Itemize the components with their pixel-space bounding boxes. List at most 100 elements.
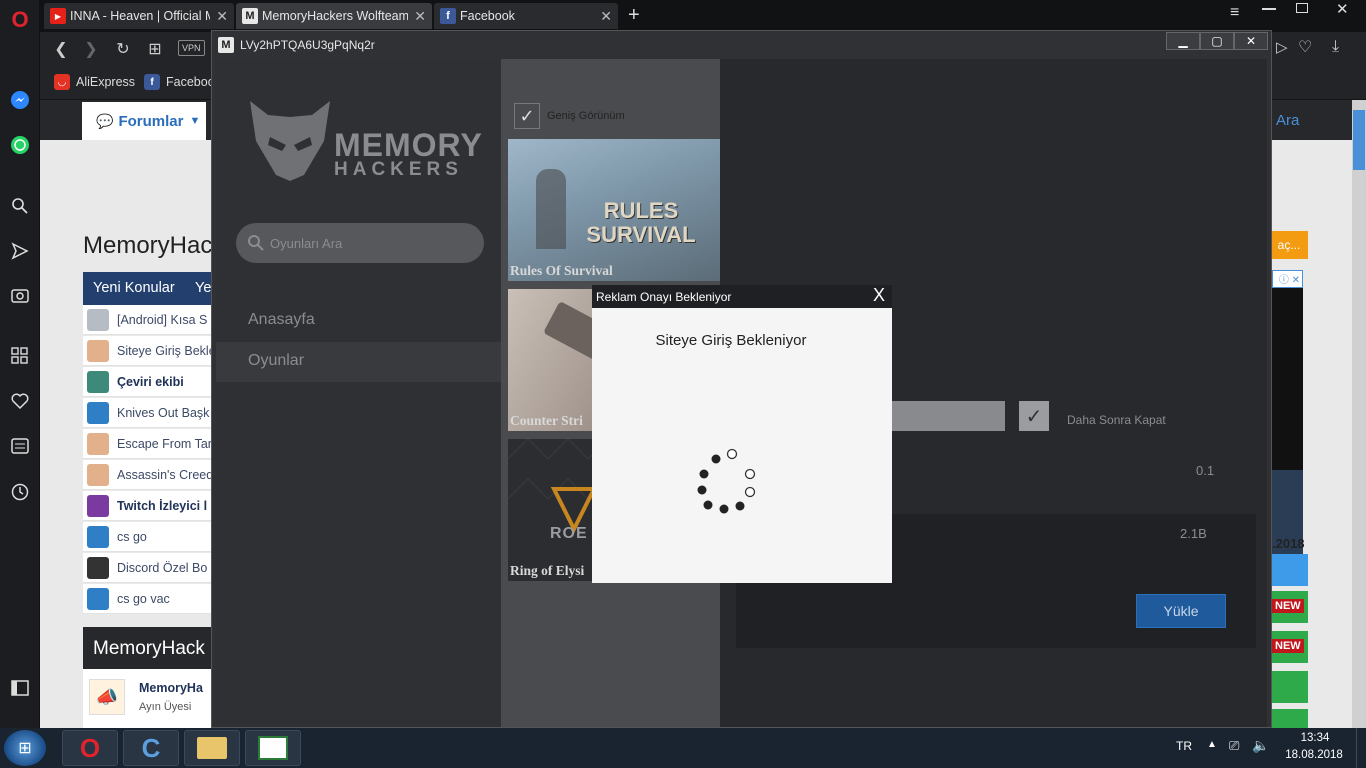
clock-date[interactable]: 18.08.2018 <box>1282 749 1346 761</box>
tab-youtube[interactable]: ▶ INNA - Heaven | Official M ✕ <box>44 3 234 29</box>
close-later-label: Daha Sonra Kapat <box>1067 413 1166 427</box>
messenger-icon[interactable] <box>8 88 32 112</box>
list-item[interactable]: Knives Out Başk <box>83 398 211 428</box>
close-tab-icon[interactable]: ✕ <box>600 8 612 25</box>
app-icon: M <box>218 37 234 53</box>
section-heading: MemoryHack <box>83 627 211 669</box>
list-item[interactable]: Discord Özel Bo <box>83 553 211 583</box>
list-item[interactable]: cs go <box>83 522 211 552</box>
news-icon[interactable] <box>8 434 32 458</box>
menu-home[interactable]: Anasayfa <box>248 311 315 329</box>
avatar <box>87 339 109 362</box>
taskbar-explorer[interactable] <box>184 730 240 766</box>
avatar <box>87 401 109 424</box>
window-icon <box>258 736 288 760</box>
modal-header[interactable]: Reklam Onayı Bekleniyor X <box>592 285 892 308</box>
wide-view-checkbox[interactable]: ✓ <box>514 103 540 129</box>
tabs-grid-icon[interactable]: ⊞ <box>144 38 166 60</box>
tab-bar: ▶ INNA - Heaven | Official M ✕ M MemoryH… <box>40 0 1366 32</box>
vpn-badge[interactable]: VPN <box>178 40 205 56</box>
show-desktop-button[interactable] <box>1356 728 1366 768</box>
thread-title: Assassin's Creed <box>117 467 211 482</box>
taskbar-app[interactable]: C <box>123 730 179 766</box>
tab-title: MemoryHackers Wolfteam <box>262 9 409 23</box>
new-tab-button[interactable]: + <box>628 4 640 27</box>
chevron-down-icon: ▼ <box>189 115 201 127</box>
app-title-bar[interactable]: M LVy2hPTQA6U3gPqNq2r <box>212 31 1271 59</box>
install-button[interactable]: Yükle <box>1136 594 1226 628</box>
minimize-icon[interactable] <box>1262 8 1276 10</box>
list-item[interactable]: cs go vac <box>83 584 211 614</box>
list-item[interactable]: Assassin's Creed <box>83 460 211 490</box>
version-text: 0.1 <box>1196 463 1215 478</box>
list-item[interactable]: Escape From Tar <box>83 429 211 459</box>
member-name[interactable]: MemoryHa <box>139 681 203 695</box>
tab-facebook[interactable]: f Facebook ✕ <box>434 3 618 29</box>
clock-time[interactable]: 13:34 <box>1286 732 1344 744</box>
reload-icon[interactable]: ↻ <box>112 38 134 60</box>
avatar <box>87 494 109 517</box>
list-item[interactable]: [Android] Kısa S <box>83 305 211 335</box>
close-browser-icon[interactable]: ✕ <box>1336 0 1349 18</box>
text-field[interactable] <box>890 401 1005 431</box>
snap-icon[interactable]: ▷ <box>1276 38 1288 56</box>
app-maximize-button[interactable]: ▢ <box>1200 32 1234 50</box>
volume-icon[interactable]: 🔈 <box>1252 737 1269 754</box>
list-item[interactable]: Siteye Giriş Bekle <box>83 336 211 366</box>
bookmark-aliexpress[interactable]: ◡ AliExpress <box>54 74 135 90</box>
menu-games-row[interactable]: Oyunlar <box>216 342 501 382</box>
new-item[interactable]: NEW <box>1272 631 1308 663</box>
memoryhackers-logo: MEMORY HACKERS <box>248 97 482 187</box>
start-button[interactable]: ⊞ <box>4 730 46 766</box>
game-card-rules-of-survival[interactable]: RULES SURVIVAL Rules Of Survival <box>508 139 720 281</box>
menu-icon[interactable]: ≡ <box>1230 4 1239 22</box>
speed-dial-icon[interactable] <box>8 344 32 368</box>
opera-logo-icon[interactable]: O <box>8 7 32 32</box>
download-icon[interactable]: ⤓ <box>1332 38 1339 56</box>
ad-close-icon[interactable]: ⓘ ✕ <box>1272 270 1303 288</box>
taskbar-opera[interactable]: O <box>62 730 118 766</box>
send-icon[interactable] <box>8 239 32 263</box>
scrollbar-thumb[interactable] <box>1353 110 1365 170</box>
tab-memoryhackers[interactable]: M MemoryHackers Wolfteam ✕ <box>236 3 432 29</box>
forum-nav-button[interactable]: 💬 Forumlar ▼ <box>82 102 206 140</box>
heart-icon[interactable] <box>8 389 32 413</box>
app-close-button[interactable]: ✕ <box>1234 32 1268 50</box>
orange-button[interactable]: aç... <box>1270 231 1308 259</box>
tray-arrow-icon[interactable]: ▲ <box>1207 739 1217 750</box>
tab-new-threads[interactable]: Yeni Konular <box>93 280 175 296</box>
ad-banner: ⓘ ✕ <box>1272 270 1303 560</box>
search-icon[interactable] <box>8 194 32 218</box>
app-minimize-button[interactable]: ▁ <box>1166 32 1200 50</box>
list-item[interactable]: Çeviri ekibi <box>83 367 211 397</box>
camera-icon[interactable] <box>8 283 32 307</box>
history-icon[interactable] <box>8 480 32 504</box>
bookmark-facebook[interactable]: f Faceboo <box>144 74 215 90</box>
restore-icon[interactable] <box>1296 3 1308 13</box>
language-indicator[interactable]: TR <box>1176 739 1192 753</box>
list-item[interactable]: Twitch İzleyici l <box>83 491 211 521</box>
member-role: Ayın Üyesi <box>139 701 192 713</box>
close-later-checkbox[interactable]: ✓ <box>1019 401 1049 431</box>
green-block <box>1272 671 1308 703</box>
close-tab-icon[interactable]: ✕ <box>216 8 228 25</box>
thread-title: Twitch İzleyici l <box>117 498 208 513</box>
thread-title: [Android] Kısa S <box>117 312 208 327</box>
tab-other[interactable]: Ye <box>195 280 211 296</box>
page-scrollbar[interactable] <box>1352 100 1366 728</box>
modal-close-button[interactable]: X <box>873 285 885 306</box>
back-icon[interactable]: ❮ <box>50 38 72 60</box>
whatsapp-icon[interactable] <box>8 133 32 157</box>
site-search-link[interactable]: Ara <box>1276 112 1299 129</box>
bookmark-heart-icon[interactable]: ♡ <box>1298 37 1312 57</box>
forward-icon[interactable]: ❯ <box>80 38 102 60</box>
new-item[interactable]: NEW <box>1272 591 1308 623</box>
network-icon[interactable]: ⎚ <box>1229 738 1239 754</box>
comment-icon: 💬 <box>96 112 114 129</box>
sidebar-toggle-icon[interactable] <box>8 676 32 700</box>
modal-title: Reklam Onayı Bekleniyor <box>596 289 732 304</box>
taskbar-window[interactable] <box>245 730 301 766</box>
close-tab-icon[interactable]: ✕ <box>414 8 426 25</box>
new-badge: NEW <box>1272 599 1304 613</box>
game-search-field[interactable]: Oyunları Ara <box>236 223 484 263</box>
